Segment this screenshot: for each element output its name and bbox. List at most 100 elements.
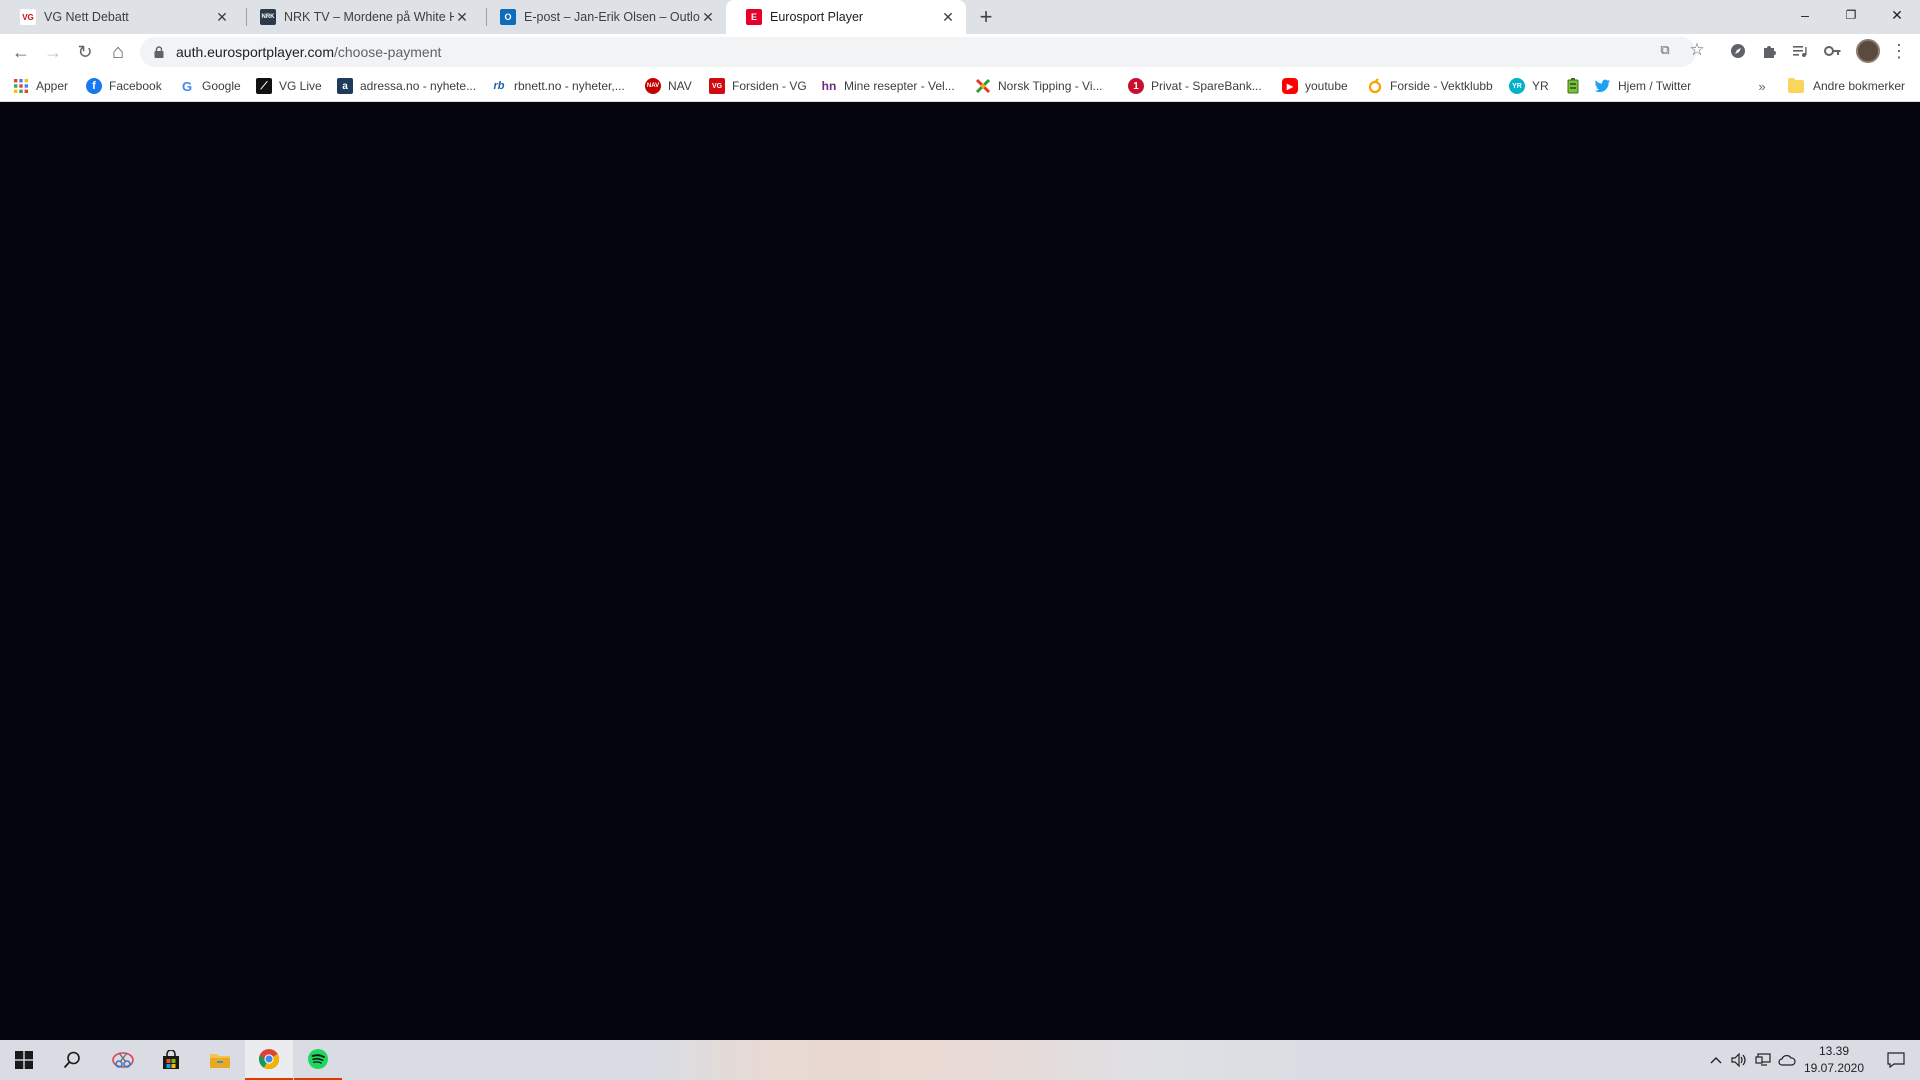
bookmark-label: Forsiden - VG	[732, 79, 807, 93]
url-host: auth.eurosportplayer.com	[176, 44, 334, 60]
close-tab-icon[interactable]: ✕	[454, 9, 470, 25]
screen: VG VG Nett Debatt ✕ NRK NRK TV – Mordene…	[0, 0, 1920, 1080]
web-page-content	[0, 103, 1920, 1040]
vg-icon: VG	[20, 9, 36, 25]
bookmark-mine-resepter[interactable]: hn Mine resepter - Vel...	[821, 76, 955, 96]
bookmark-facebook[interactable]: f Facebook	[86, 76, 162, 96]
bookmark-label: Andre bokmerker	[1813, 79, 1906, 93]
bookmark-vg-live[interactable]: ⟋ VG Live	[256, 76, 322, 96]
system-clock[interactable]: 13.39 19.07.2020	[1796, 1043, 1872, 1077]
other-bookmarks-folder[interactable]: Andre bokmerker	[1788, 76, 1905, 96]
eurosport-icon: E	[746, 9, 762, 25]
clock-date: 19.07.2020	[1803, 1061, 1865, 1075]
more-bookmarks-button[interactable]: »	[1752, 76, 1772, 96]
bookmark-norsk-tipping[interactable]: Norsk Tipping - Vi...	[975, 76, 1102, 96]
tab-nrk-tv[interactable]: NRK NRK TV – Mordene på White Hou ✕	[240, 0, 480, 34]
lock-icon[interactable]	[152, 45, 166, 59]
profile-avatar[interactable]	[1856, 39, 1880, 63]
microsoft-store-button[interactable]	[147, 1040, 195, 1080]
translate-icon[interactable]: ⧉	[1656, 41, 1674, 59]
tab-eurosport-player[interactable]: E Eurosport Player ✕	[726, 0, 966, 34]
tab-strip: VG VG Nett Debatt ✕ NRK NRK TV – Mordene…	[0, 0, 1920, 34]
bookmark-apps[interactable]: Apper	[13, 76, 68, 96]
compass-icon[interactable]	[1726, 39, 1750, 63]
bookmark-label: Facebook	[109, 79, 162, 93]
bookmark-label: adressa.no - nyhete...	[360, 79, 477, 93]
tab-vg-nett-debatt[interactable]: VG VG Nett Debatt ✕	[0, 0, 240, 34]
tab-title: Eurosport Player	[770, 10, 864, 24]
address-bar[interactable]: auth.eurosportplayer.com /choose-payment	[140, 37, 1696, 67]
twitter-icon	[1595, 78, 1611, 94]
new-tab-button[interactable]: +	[974, 4, 998, 29]
bookmark-twitter[interactable]: Hjem / Twitter	[1595, 76, 1691, 96]
bookmarks-bar: Apper f Facebook G Google ⟋ VG Live a ad…	[0, 70, 1920, 102]
restore-button[interactable]: ❐	[1828, 0, 1874, 30]
nav-icon: NAV	[645, 78, 661, 94]
bookmark-google[interactable]: G Google	[179, 76, 241, 96]
bookmark-label: YR	[1532, 79, 1549, 93]
tab-title: E-post – Jan-Erik Olsen – Outlook	[524, 10, 700, 24]
spotify-icon	[308, 1049, 328, 1069]
reload-button[interactable]: ↻	[71, 38, 99, 66]
back-button[interactable]: ←	[7, 38, 35, 66]
bookmark-battery[interactable]	[1565, 76, 1588, 96]
adressa-icon: a	[337, 78, 353, 94]
bookmark-yr[interactable]: YR YR	[1509, 76, 1549, 96]
browser-toolbar: ← → ↻ ⌂ auth.eurosportplayer.com /choose…	[0, 34, 1920, 70]
home-button[interactable]: ⌂	[104, 38, 132, 66]
windows-start-button[interactable]	[0, 1040, 48, 1080]
nrk-tv-icon: NRK	[260, 9, 276, 25]
close-tab-icon[interactable]: ✕	[940, 9, 956, 25]
chrome-icon	[258, 1049, 279, 1070]
close-tab-icon[interactable]: ✕	[214, 9, 230, 25]
rbnett-icon: rb	[493, 80, 505, 92]
minimize-button[interactable]: –	[1782, 0, 1828, 30]
file-explorer-button[interactable]	[196, 1040, 244, 1080]
taskbar-search-button[interactable]	[48, 1040, 96, 1080]
forward-button[interactable]: →	[39, 38, 67, 66]
google-icon: G	[181, 78, 193, 94]
bookmark-adressa[interactable]: a adressa.no - nyhete...	[337, 76, 476, 96]
bookmark-label: VG Live	[279, 79, 322, 93]
url-path: /choose-payment	[333, 44, 442, 60]
yr-icon: YR	[1509, 78, 1525, 94]
tab-outlook[interactable]: O E-post – Jan-Erik Olsen – Outlook ✕	[480, 0, 726, 34]
windows-taskbar: 13.39 19.07.2020	[0, 1040, 1920, 1080]
bookmark-rbnett[interactable]: rb rbnett.no - nyheter,...	[491, 76, 625, 96]
notification-center-icon[interactable]	[1872, 1040, 1920, 1080]
bookmark-star-icon[interactable]: ☆	[1688, 40, 1706, 59]
browser-menu-button[interactable]: ⋮	[1890, 39, 1908, 63]
apps-grid-icon	[13, 78, 29, 94]
snipping-tool-icon	[112, 1052, 134, 1068]
bookmark-youtube[interactable]: ▶ youtube	[1282, 76, 1348, 96]
bookmark-forsiden-vg[interactable]: VG Forsiden - VG	[709, 76, 807, 96]
close-window-button[interactable]: ✕	[1874, 0, 1920, 30]
bookmark-nav[interactable]: NAV NAV	[645, 76, 692, 96]
bookmark-label: Apper	[36, 79, 69, 93]
volume-icon[interactable]	[1728, 1040, 1750, 1080]
spotify-taskbar-button[interactable]	[294, 1040, 342, 1080]
vektklubb-icon	[1367, 78, 1383, 94]
onedrive-icon[interactable]	[1776, 1040, 1798, 1080]
key-icon[interactable]	[1821, 39, 1845, 63]
media-queue-icon[interactable]	[1788, 39, 1812, 63]
file-explorer-icon	[210, 1054, 230, 1068]
snipping-tool-button[interactable]	[99, 1040, 147, 1080]
bookmark-label: youtube	[1305, 79, 1348, 93]
bookmark-label: Forside - Vektklubb	[1390, 79, 1493, 93]
chrome-taskbar-button[interactable]	[245, 1040, 293, 1080]
bookmark-label: Privat - SpareBank...	[1151, 79, 1262, 93]
vg-live-icon: ⟋	[256, 78, 272, 94]
windows-start-icon	[15, 1051, 33, 1069]
tab-title: NRK TV – Mordene på White Hou	[284, 10, 454, 24]
search-icon	[63, 1051, 80, 1069]
close-tab-icon[interactable]: ✕	[700, 9, 716, 25]
bookmark-sparebank[interactable]: 1 Privat - SpareBank...	[1128, 76, 1262, 96]
network-icon[interactable]	[1752, 1040, 1774, 1080]
vg-icon: VG	[709, 78, 725, 94]
bookmark-label: NAV	[668, 79, 692, 93]
puzzle-icon[interactable]	[1757, 39, 1781, 63]
hn-icon: hn	[821, 79, 837, 93]
tray-chevron-icon[interactable]	[1705, 1040, 1727, 1080]
bookmark-vektklubb[interactable]: Forside - Vektklubb	[1367, 76, 1493, 96]
